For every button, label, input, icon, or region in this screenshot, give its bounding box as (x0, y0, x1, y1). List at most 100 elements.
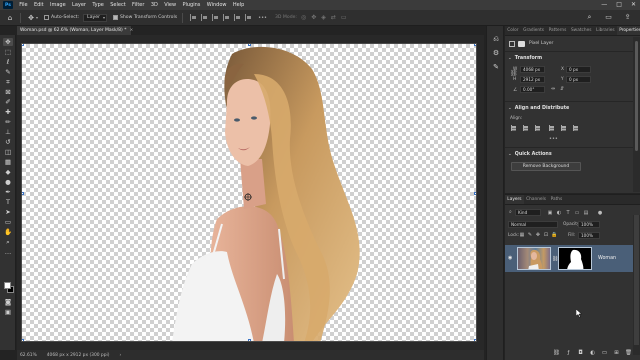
layer-mask-thumbnail[interactable] (558, 247, 592, 270)
crop-tool-icon[interactable]: ⌗ (3, 78, 13, 86)
transform-handle-top[interactable] (248, 44, 251, 46)
type-tool-icon[interactable]: T (3, 198, 13, 206)
lock-position-icon[interactable]: ✥ (535, 232, 541, 238)
menu-view[interactable]: View (161, 2, 179, 8)
align-center-icon[interactable] (201, 14, 208, 21)
transform-handle-top-left[interactable] (22, 44, 24, 46)
marquee-tool-icon[interactable]: ⬚ (3, 48, 13, 56)
canvas-area[interactable] (17, 35, 484, 350)
align-top-icon[interactable] (223, 14, 230, 21)
menu-type[interactable]: Type (89, 2, 107, 8)
more-tools-icon[interactable]: … (3, 248, 13, 256)
scrollbar-thumb[interactable] (635, 41, 638, 151)
zoom-level[interactable]: 62.61% (20, 353, 37, 358)
filter-shape-icon[interactable]: ▭ (574, 210, 580, 216)
align-vertical-centers-icon[interactable] (561, 125, 567, 131)
workspace-icon[interactable]: ▭ (604, 13, 613, 22)
transform-handle-top-right[interactable] (474, 44, 476, 46)
remove-background-button[interactable]: Remove Background (511, 162, 581, 171)
menu-image[interactable]: Image (47, 2, 69, 8)
tab-properties[interactable]: Properties (616, 26, 640, 35)
properties-scrollbar[interactable] (633, 37, 640, 192)
x-field[interactable]: 0 px (566, 66, 591, 73)
align-right-edges-icon[interactable] (535, 125, 541, 131)
tab-color[interactable]: Color (505, 26, 521, 35)
align-left-edges-icon[interactable] (511, 125, 517, 131)
tab-gradients[interactable]: Gradients (521, 26, 547, 35)
share-icon[interactable]: ⇪ (623, 13, 632, 22)
align-horizontal-centers-icon[interactable] (523, 125, 529, 131)
gradient-tool-icon[interactable]: ▦ (3, 158, 13, 166)
delete-layer-icon[interactable]: 🗑 (625, 350, 632, 357)
filter-kind-dropdown[interactable]: Kind (515, 209, 541, 216)
move-tool-icon[interactable]: ✥ (3, 38, 13, 46)
layer-thumbnail[interactable] (517, 247, 551, 270)
rectangle-tool-icon[interactable]: ▭ (3, 218, 13, 226)
menu-window[interactable]: Window (204, 2, 230, 8)
quick-select-tool-icon[interactable]: ✎ (3, 68, 13, 76)
home-icon[interactable]: ⌂ (5, 13, 15, 23)
lock-artboard-icon[interactable]: ⊡ (543, 232, 549, 238)
tab-libraries[interactable]: Libraries (594, 26, 617, 35)
quick-mask-icon[interactable]: ◙ (3, 298, 13, 306)
path-selection-tool-icon[interactable]: ➤ (3, 208, 13, 216)
transform-section-header[interactable]: ⌄ Transform (508, 56, 542, 61)
status-menu-icon[interactable]: › (119, 353, 121, 358)
blur-tool-icon[interactable]: ◆ (3, 168, 13, 176)
document-canvas[interactable] (21, 43, 477, 342)
new-layer-icon[interactable]: ⊞ (613, 350, 620, 357)
lock-transparent-pixels-icon[interactable]: ▦ (519, 232, 525, 238)
opacity-field[interactable]: 100% (578, 221, 600, 228)
tab-layers[interactable]: Layers (505, 195, 524, 204)
healing-brush-tool-icon[interactable]: ✚ (3, 108, 13, 116)
hand-tool-icon[interactable]: ✋ (3, 228, 13, 236)
align-top-edges-icon[interactable] (549, 125, 555, 131)
blend-mode-dropdown[interactable]: Normal (508, 221, 558, 228)
align-middle-icon[interactable] (234, 14, 241, 21)
history-panel-icon[interactable]: ⎌ (491, 34, 501, 44)
add-mask-icon[interactable]: ◘ (577, 350, 584, 357)
show-transform-checkbox[interactable]: Show Transform Controls (112, 15, 177, 20)
more-options-icon[interactable]: ••• (258, 15, 267, 21)
scrollbar-thumb[interactable] (634, 215, 639, 345)
align-right-icon[interactable] (212, 14, 219, 21)
tab-swatches[interactable]: Swatches (569, 26, 594, 35)
brush-settings-panel-icon[interactable]: ✎ (491, 62, 501, 72)
filter-pixel-icon[interactable]: ▣ (547, 210, 553, 216)
transform-handle-right[interactable] (474, 192, 476, 195)
frame-tool-icon[interactable]: ⊠ (3, 88, 13, 96)
angle-field[interactable]: 0.00° (520, 86, 545, 93)
transform-handle-bottom[interactable] (248, 339, 251, 341)
checkbox-checked-icon[interactable] (112, 15, 118, 20)
minimize-icon[interactable]: — (601, 1, 607, 8)
link-layers-icon[interactable]: ⛓ (553, 350, 560, 357)
zoom-tool-icon[interactable]: ⌕ (3, 238, 13, 246)
tab-channels[interactable]: Channels (524, 195, 548, 204)
menu-filter[interactable]: Filter (129, 2, 148, 8)
menu-select[interactable]: Select (107, 2, 129, 8)
menu-edit[interactable]: Edit (31, 2, 47, 8)
mask-icon[interactable] (518, 41, 525, 47)
align-left-icon[interactable] (190, 14, 197, 21)
transform-handle-left[interactable] (22, 192, 24, 195)
lasso-tool-icon[interactable]: ℓ (3, 58, 13, 66)
move-tool-icon[interactable]: ✥ (26, 13, 36, 23)
link-icon[interactable]: ⛓ (510, 70, 518, 77)
tab-patterns[interactable]: Patterns (546, 26, 568, 35)
width-field[interactable]: 4068 px (520, 66, 545, 73)
align-section-header[interactable]: ⌄ Align and Distribute (508, 106, 569, 111)
chevron-down-icon[interactable]: ▾ (36, 15, 38, 20)
auto-select-checkbox[interactable]: Auto-Select: (44, 15, 79, 20)
document-tab[interactable]: Woman.psd @ 62.6% (Woman, Layer Mask/8) … (17, 26, 133, 35)
pen-tool-icon[interactable]: ✒ (3, 188, 13, 196)
dodge-tool-icon[interactable]: ● (3, 178, 13, 186)
eraser-tool-icon[interactable]: ◫ (3, 148, 13, 156)
layer-style-icon[interactable]: ƒ (565, 350, 572, 357)
brush-tool-icon[interactable]: ✏ (3, 118, 13, 126)
filter-adjustment-icon[interactable]: ◐ (556, 210, 562, 216)
layer-row-woman[interactable]: ◉ ⛓ Woman (505, 245, 633, 272)
search-icon[interactable]: ⌕ (585, 13, 594, 22)
eye-icon[interactable]: ◉ (508, 256, 514, 261)
checkbox-icon[interactable] (44, 15, 50, 20)
menu-file[interactable]: File (16, 2, 31, 8)
